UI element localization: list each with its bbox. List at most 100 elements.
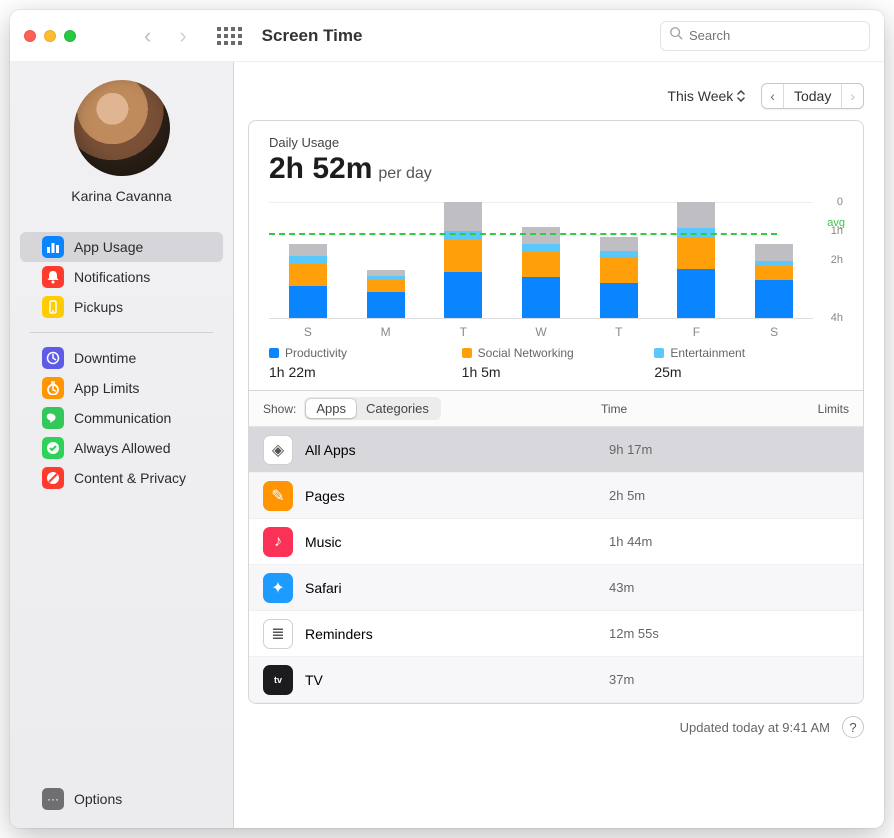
seg-apps[interactable]: Apps	[306, 399, 356, 418]
chart-bar-0[interactable]	[269, 202, 347, 318]
day-label: S	[735, 318, 813, 339]
app-limits-icon	[42, 377, 64, 399]
sidebar-item-label: App Limits	[74, 380, 139, 396]
show-segmented-control: Apps Categories	[304, 397, 441, 420]
notifications-icon	[42, 266, 64, 288]
next-day-button[interactable]: ›	[842, 84, 863, 108]
chart-bar-6[interactable]	[735, 202, 813, 318]
sidebar-item-pickups[interactable]: Pickups	[20, 292, 223, 322]
legend-label: Entertainment	[670, 346, 745, 360]
sidebar: Karina Cavanna App Usage Notifications Pic…	[10, 62, 234, 828]
chart-summary-value: 2h 52m	[269, 152, 372, 186]
titlebar: ‹ › Screen Time	[10, 10, 884, 62]
always-allowed-icon	[42, 437, 64, 459]
sidebar-item-label: Notifications	[74, 269, 150, 285]
app-time: 9h 17m	[609, 442, 849, 457]
day-label: T	[424, 318, 502, 339]
sidebar-item-app-limits[interactable]: App Limits	[20, 373, 223, 403]
sidebar-item-app-usage[interactable]: App Usage	[20, 232, 223, 262]
app-row-safari[interactable]: ✦Safari43m	[249, 565, 863, 611]
chart-bars	[269, 202, 813, 318]
sidebar-item-label: Content & Privacy	[74, 470, 186, 486]
user-name: Karina Cavanna	[10, 188, 233, 204]
day-label: M	[347, 318, 425, 339]
sidebar-item-notifications[interactable]: Notifications	[20, 262, 223, 292]
app-name: Safari	[305, 580, 609, 596]
sidebar-item-always-allowed[interactable]: Always Allowed	[20, 433, 223, 463]
app-icon: ◈	[263, 435, 293, 465]
chart-bar-1[interactable]	[347, 202, 425, 318]
chart-bar-2[interactable]	[424, 202, 502, 318]
help-button[interactable]: ?	[842, 716, 864, 738]
day-label: F	[658, 318, 736, 339]
show-label: Show:	[263, 402, 296, 416]
chart-legend: Productivity1h 22mSocial Networking1h 5m…	[269, 346, 847, 380]
app-name: Music	[305, 534, 609, 550]
sidebar-item-label: Always Allowed	[74, 440, 171, 456]
search-field[interactable]	[660, 21, 870, 51]
col-limits-header: Limits	[749, 402, 849, 416]
app-name: All Apps	[305, 442, 609, 458]
search-input[interactable]	[689, 28, 865, 43]
avg-line	[269, 233, 777, 235]
downtime-icon	[42, 347, 64, 369]
app-name: TV	[305, 672, 609, 688]
y-tick: 2h	[831, 254, 843, 266]
content-privacy-icon	[42, 467, 64, 489]
col-time-header: Time	[601, 402, 741, 416]
nav-arrows: ‹ ›	[144, 23, 187, 49]
app-time: 37m	[609, 672, 849, 687]
apps-table: Show: Apps Categories Time Limits ◈ All A…	[248, 390, 864, 704]
seg-categories[interactable]: Categories	[356, 399, 439, 418]
window: ‹ › Screen Time Karina Cavanna App Usage…	[10, 10, 884, 828]
updated-text: Updated today at 9:41 AM	[680, 720, 830, 735]
app-row-all-apps[interactable]: ◈ All Apps9h 17m	[249, 427, 863, 473]
maximize-button[interactable]	[64, 30, 76, 42]
options-icon: ···	[42, 788, 64, 810]
communication-icon	[42, 407, 64, 429]
app-row-music[interactable]: ♪ Music1h 44m	[249, 519, 863, 565]
content: This Week ‹ Today › Daily Usage 2h 52m p…	[234, 62, 884, 828]
sidebar-item-communication[interactable]: Communication	[20, 403, 223, 433]
period-select[interactable]: This Week	[661, 88, 751, 104]
app-icon: 🣿tv	[263, 665, 293, 695]
app-icon: ✦	[263, 573, 293, 603]
app-usage-icon	[42, 236, 64, 258]
app-row-reminders[interactable]: ≣Reminders12m 55s	[249, 611, 863, 657]
legend-label: Productivity	[285, 346, 347, 360]
app-name: Pages	[305, 488, 609, 504]
close-button[interactable]	[24, 30, 36, 42]
sidebar-item-label: Pickups	[74, 299, 123, 315]
legend-label: Social Networking	[478, 346, 574, 360]
sidebar-item-options[interactable]: ··· Options	[20, 784, 223, 814]
page-title: Screen Time	[262, 26, 363, 46]
sidebar-item-content-privacy[interactable]: Content & Privacy	[20, 463, 223, 493]
back-button[interactable]: ‹	[144, 23, 151, 49]
prev-day-button[interactable]: ‹	[762, 84, 784, 108]
app-time: 1h 44m	[609, 534, 849, 549]
sidebar-item-label: Options	[74, 791, 122, 807]
y-tick: 1h	[831, 225, 843, 237]
sidebar-item-downtime[interactable]: Downtime	[20, 343, 223, 373]
chart-bar-4[interactable]	[580, 202, 658, 318]
sidebar-item-label: Downtime	[74, 350, 136, 366]
chart-bar-5[interactable]	[658, 202, 736, 318]
app-icon: ≣	[263, 619, 293, 649]
legend-swatch	[462, 348, 472, 358]
app-icon: ♪	[263, 527, 293, 557]
sidebar-item-label: Communication	[74, 410, 171, 426]
legend-item: Entertainment25m	[654, 346, 847, 380]
forward-button[interactable]: ›	[179, 23, 186, 49]
legend-time: 1h 22m	[269, 364, 462, 380]
minimize-button[interactable]	[44, 30, 56, 42]
chart-bar-3[interactable]	[502, 202, 580, 318]
today-button[interactable]: Today	[784, 84, 842, 108]
y-axis-labels: avg 4h2h1h0	[813, 202, 847, 336]
user-avatar[interactable]	[74, 80, 170, 176]
pickups-icon	[42, 296, 64, 318]
footer: Updated today at 9:41 AM ?	[248, 716, 864, 738]
app-time: 2h 5m	[609, 488, 849, 503]
show-all-button[interactable]	[217, 27, 242, 45]
app-row-pages[interactable]: ✎Pages2h 5m	[249, 473, 863, 519]
app-row-tv[interactable]: 🣿tv TV37m	[249, 657, 863, 703]
